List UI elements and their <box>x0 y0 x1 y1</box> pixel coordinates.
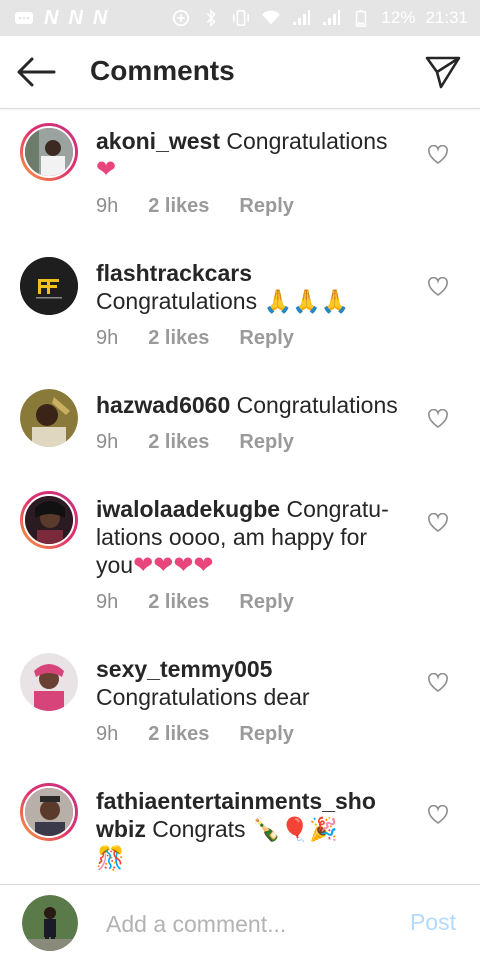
comment-likes[interactable]: 2 likes <box>148 431 209 454</box>
data-saver-icon <box>173 9 190 27</box>
comment-body: iwalolaadekugbe Congratu- lations oooo, … <box>96 495 416 579</box>
comment-username-line1[interactable]: fathiaentertainments_sho <box>96 788 376 814</box>
post-button[interactable]: Post <box>410 909 456 936</box>
comment-time: 9h <box>96 723 119 745</box>
comment-time: 9h <box>96 195 119 217</box>
avatar-photo <box>25 788 73 836</box>
reply-button[interactable]: Reply <box>239 327 293 350</box>
avatar-photo <box>25 128 73 176</box>
back-arrow-icon[interactable] <box>16 56 56 88</box>
comment-username[interactable]: akoni_west <box>96 128 220 154</box>
comment-text-line1: Congratu- <box>286 496 389 522</box>
avatar-photo <box>20 389 78 447</box>
comment-text: Congratulations dear <box>96 684 310 710</box>
signal-icon-1 <box>293 10 311 25</box>
notification-n-2: N <box>68 7 83 29</box>
reply-button[interactable]: Reply <box>239 723 293 746</box>
comment-meta: 9h 2 likes Reply <box>96 723 294 746</box>
comment-body: akoni_west Congratulations ❤ <box>96 127 406 183</box>
comment-body: fathiaentertainments_sho wbiz Congrats 🍾… <box>96 787 426 873</box>
avatar[interactable] <box>20 257 78 315</box>
comment-username[interactable]: iwalolaadekugbe <box>96 496 280 522</box>
like-heart-icon[interactable] <box>427 277 449 297</box>
status-bar-left: N N N <box>14 7 107 30</box>
comment-text-line2: lations oooo, am happy for <box>96 524 368 550</box>
notification-n-3: N <box>92 7 108 29</box>
avatar-photo <box>22 895 78 951</box>
comment-meta: 9h 2 likes Reply <box>96 591 294 614</box>
comment-body: hazwad6060 Congratulations <box>96 391 426 419</box>
avatar[interactable] <box>20 491 78 549</box>
like-heart-icon[interactable] <box>427 145 449 165</box>
like-heart-icon[interactable] <box>427 673 449 693</box>
clock: 21:31 <box>425 8 468 27</box>
avatar[interactable] <box>20 653 78 711</box>
reply-button[interactable]: Reply <box>239 591 293 614</box>
comment-time: 9h <box>96 591 119 613</box>
celebration-emoji: 🍾🎈🎉 <box>251 817 338 843</box>
like-heart-icon[interactable] <box>427 805 449 825</box>
comments-list[interactable]: akoni_west Congratulations ❤ 9h 2 likes … <box>0 109 480 883</box>
comment-input-bar: Post <box>0 884 480 961</box>
status-bar: N N N 12% 21:31 <box>0 0 480 36</box>
reply-button[interactable]: Reply <box>239 195 293 218</box>
avatar-logo <box>20 257 78 315</box>
comment-text: Congratulations <box>226 128 388 154</box>
comment-body: flashtrackcars Congratulations 🙏🙏🙏 <box>96 259 406 316</box>
comment-username[interactable]: flashtrackcars <box>96 260 252 286</box>
comment-likes[interactable]: 2 likes <box>148 591 209 614</box>
comment-body: sexy_temmy005 Congratulations dear <box>96 655 406 711</box>
page-title: Comments <box>90 55 235 86</box>
comment-text: Congratulations <box>96 288 258 314</box>
wifi-icon <box>262 10 281 25</box>
comment-likes[interactable]: 2 likes <box>148 195 209 218</box>
comment-username[interactable]: sexy_temmy005 <box>96 656 272 682</box>
vibrate-icon <box>233 9 250 27</box>
avatar[interactable] <box>20 783 78 841</box>
comment-username-line2[interactable]: wbiz <box>96 816 146 842</box>
comment-text-line3: you <box>96 552 134 578</box>
direct-message-icon[interactable] <box>424 54 462 90</box>
reply-button[interactable]: Reply <box>239 431 293 454</box>
avatar-photo <box>20 653 78 711</box>
comment-likes[interactable]: 2 likes <box>148 723 209 746</box>
comment-text: Congrats <box>152 816 246 842</box>
comment-input[interactable] <box>104 907 388 941</box>
my-avatar <box>22 895 78 951</box>
confetti-emoji: 🎊 <box>96 846 125 872</box>
comment-meta: 9h 2 likes Reply <box>96 327 294 350</box>
notification-n-1: N <box>44 7 59 29</box>
heart-emoji: ❤❤❤❤ <box>133 551 214 579</box>
like-heart-icon[interactable] <box>427 409 449 429</box>
battery-icon <box>356 9 367 27</box>
avatar[interactable] <box>20 389 78 447</box>
battery-percent: 12% <box>381 8 416 27</box>
message-icon <box>15 11 33 24</box>
comment-meta: 9h 2 likes Reply <box>96 195 294 218</box>
like-heart-icon[interactable] <box>427 513 449 533</box>
avatar[interactable] <box>20 123 78 181</box>
comment-text: Congratulations <box>236 392 398 418</box>
signal-icon-2 <box>323 10 341 25</box>
comment-time: 9h <box>96 431 119 453</box>
status-bar-right: 12% 21:31 <box>171 8 468 28</box>
comments-header: Comments <box>0 36 480 109</box>
pray-emoji: 🙏🙏🙏 <box>263 289 350 315</box>
heart-emoji: ❤ <box>96 155 117 183</box>
bluetooth-icon <box>207 9 217 27</box>
comment-meta: 9h 2 likes Reply <box>96 431 294 454</box>
avatar-photo <box>25 496 73 544</box>
comment-likes[interactable]: 2 likes <box>148 327 209 350</box>
comment-username[interactable]: hazwad6060 <box>96 392 230 418</box>
comment-time: 9h <box>96 327 119 349</box>
